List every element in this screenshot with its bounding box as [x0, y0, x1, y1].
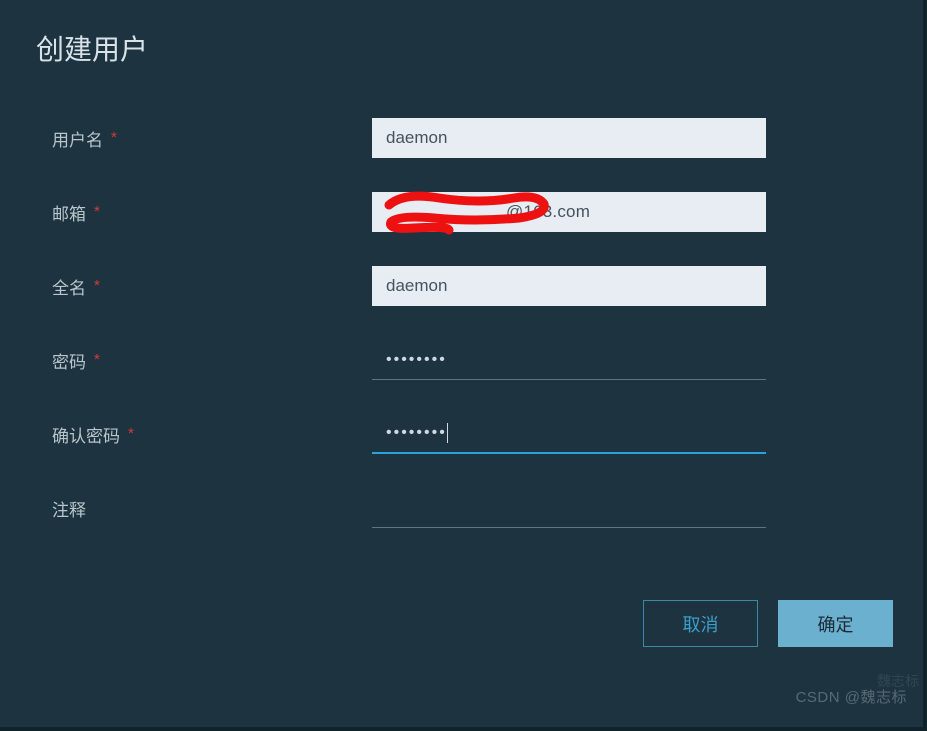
action-bar: 取消 确定 — [30, 600, 897, 647]
password-input[interactable]: •••••••• — [372, 340, 766, 380]
row-comment: 注释 — [30, 488, 897, 528]
row-fullname: 全名 * — [30, 266, 897, 306]
confirm-password-input[interactable]: •••••••• — [372, 414, 766, 454]
confirm-button[interactable]: 确定 — [778, 600, 893, 647]
watermark-secondary: 魏志标 — [877, 671, 919, 691]
row-confirm-password: 确认密码 * •••••••• — [30, 414, 897, 454]
required-marker: * — [94, 204, 100, 219]
fullname-input[interactable] — [372, 266, 766, 306]
label-username: 用户名 * — [52, 126, 372, 151]
email-visible-suffix: @163.com — [506, 202, 590, 222]
required-marker: * — [94, 352, 100, 367]
label-confirm-password: 确认密码 * — [52, 422, 372, 447]
label-email: 邮箱 * — [52, 200, 372, 225]
required-marker: * — [128, 426, 134, 441]
required-marker: * — [111, 130, 117, 145]
row-email: 邮箱 * @163.com — [30, 192, 897, 232]
username-input[interactable] — [372, 118, 766, 158]
watermark: CSDN @魏志标 — [796, 686, 907, 707]
right-border — [923, 0, 927, 731]
cancel-button[interactable]: 取消 — [643, 600, 758, 647]
label-fullname: 全名 * — [52, 274, 372, 299]
comment-input[interactable] — [372, 488, 766, 528]
row-password: 密码 * •••••••• — [30, 340, 897, 380]
create-user-modal: 创建用户 用户名 * 邮箱 * @163.com 全名 * — [0, 0, 927, 647]
label-password: 密码 * — [52, 348, 372, 373]
text-caret — [447, 423, 448, 443]
bottom-border — [0, 727, 927, 731]
row-username: 用户名 * — [30, 118, 897, 158]
label-comment: 注释 — [52, 496, 372, 521]
modal-title: 创建用户 — [36, 28, 897, 68]
email-input[interactable]: @163.com — [372, 192, 766, 232]
required-marker: * — [94, 278, 100, 293]
